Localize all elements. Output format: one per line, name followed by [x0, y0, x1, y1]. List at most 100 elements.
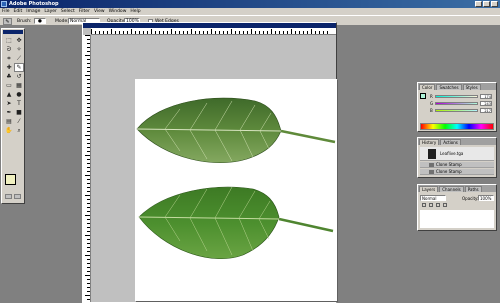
menu-window[interactable]: Window — [109, 9, 127, 14]
close-button[interactable] — [491, 1, 498, 7]
foreground-color-swatch[interactable] — [5, 174, 16, 185]
magic-wand-icon[interactable]: ✧ — [14, 45, 24, 54]
toolbox-header — [3, 30, 23, 34]
layer-opacity-input[interactable]: 100% — [478, 195, 494, 201]
green-value[interactable]: 243 — [480, 101, 492, 106]
lock-position-icon[interactable] — [436, 203, 440, 207]
ruler-tick — [87, 207, 90, 208]
brush-icon[interactable]: ✎ — [14, 63, 24, 72]
ruler-tick — [91, 29, 92, 34]
red-slider[interactable]: R 174 — [430, 94, 492, 99]
leaf-image — [136, 97, 336, 259]
quickmask-mode-button[interactable] — [14, 194, 21, 199]
ruler-tick — [87, 131, 90, 132]
history-item[interactable]: Clone Stamp — [420, 169, 494, 175]
menu-select[interactable]: Select — [61, 9, 75, 14]
ruler-tick — [87, 63, 90, 64]
slice-icon[interactable]: ⟋ — [14, 54, 24, 63]
lasso-icon[interactable]: ᘐ — [4, 45, 14, 54]
blend-mode-select[interactable]: Normal — [420, 195, 446, 201]
tab-swatches[interactable]: Swatches — [436, 84, 462, 90]
ruler-tick — [85, 275, 90, 276]
color-ramp[interactable] — [420, 123, 494, 130]
ruler-tick — [87, 39, 90, 40]
ruler-tick — [87, 263, 90, 264]
path-select-icon[interactable]: ➤ — [4, 99, 14, 108]
history-item[interactable]: Clone Stamp — [420, 162, 494, 168]
standard-mode-button[interactable] — [5, 194, 12, 199]
pen-icon[interactable]: ✒ — [4, 108, 14, 117]
ruler-tick — [87, 103, 90, 104]
menu-help[interactable]: Help — [130, 9, 140, 14]
top-leaf — [136, 97, 336, 164]
clone-stamp-icon[interactable]: ♣ — [4, 72, 14, 81]
lock-transparency-icon[interactable] — [422, 203, 426, 207]
crop-icon[interactable]: ⌗ — [4, 54, 14, 63]
eyedropper-icon[interactable]: ⁄ — [14, 117, 24, 126]
lock-pixels-icon[interactable] — [429, 203, 433, 207]
ruler-tick — [87, 191, 90, 192]
history-item-label: Clone Stamp — [436, 169, 462, 174]
ruler-tick — [85, 55, 90, 56]
move-icon[interactable]: ✥ — [14, 36, 24, 45]
ruler-tick — [207, 31, 208, 34]
image-canvas[interactable] — [135, 79, 337, 301]
ruler-tick — [87, 179, 90, 180]
vertical-ruler — [83, 35, 91, 302]
gradient-icon[interactable]: ▦ — [14, 81, 24, 90]
lock-all-icon[interactable] — [443, 203, 447, 207]
tab-history[interactable]: History — [419, 139, 440, 145]
history-snapshot[interactable]: Leaflive.tga — [420, 147, 494, 161]
blur-icon[interactable]: ▲ — [4, 90, 14, 99]
menu-edit[interactable]: Edit — [14, 9, 23, 14]
menu-layer[interactable]: Layer — [44, 9, 57, 14]
blue-slider[interactable]: B 217 — [430, 108, 492, 113]
shape-icon[interactable]: ■ — [14, 108, 24, 117]
green-slider[interactable]: G 243 — [430, 101, 492, 106]
mode-buttons — [5, 194, 23, 199]
ruler-tick — [119, 31, 120, 34]
zoom-icon[interactable]: ⌕ — [14, 126, 24, 135]
hand-icon[interactable]: ✋ — [4, 126, 14, 135]
color-swatches — [5, 174, 23, 190]
color-preview[interactable] — [420, 93, 426, 99]
red-value[interactable]: 174 — [480, 94, 492, 99]
history-brush-icon[interactable]: ↺ — [14, 72, 24, 81]
type-icon[interactable]: T — [14, 99, 24, 108]
ruler-tick — [87, 43, 90, 44]
menu-file[interactable]: File — [2, 9, 10, 14]
notes-icon[interactable]: ▤ — [4, 117, 14, 126]
brush-size-picker[interactable]: ● — [34, 18, 46, 24]
minimize-button[interactable] — [475, 1, 482, 7]
dodge-icon[interactable]: ● — [14, 90, 24, 99]
maximize-button[interactable] — [483, 1, 490, 7]
tab-styles[interactable]: Styles — [462, 84, 481, 90]
tool-preset-picker[interactable]: ✎ — [3, 18, 12, 25]
blue-label: B — [430, 108, 433, 113]
menu-view[interactable]: View — [94, 9, 105, 14]
marquee-icon[interactable]: ⬚ — [4, 36, 14, 45]
photoshop-app-icon — [1, 1, 7, 7]
tab-paths[interactable]: Paths — [464, 186, 482, 192]
menu-image[interactable]: Image — [26, 9, 40, 14]
tab-color[interactable]: Color — [419, 84, 436, 90]
tab-channels[interactable]: Channels — [439, 186, 464, 192]
green-track[interactable] — [435, 102, 479, 105]
ruler-tick — [85, 255, 90, 256]
ruler-tick — [87, 247, 90, 248]
tab-layers[interactable]: Layers — [419, 186, 439, 192]
blue-track[interactable] — [434, 109, 479, 112]
healing-icon[interactable]: ✚ — [4, 63, 14, 72]
ruler-tick — [87, 111, 90, 112]
tab-actions[interactable]: Actions — [440, 139, 461, 145]
ruler-tick — [107, 31, 108, 34]
eraser-icon[interactable]: ▭ — [4, 81, 14, 90]
menu-filter[interactable]: Filter — [79, 9, 90, 14]
ruler-tick — [171, 29, 172, 34]
red-track[interactable] — [434, 95, 479, 98]
ruler-tick — [87, 279, 90, 280]
ruler-tick — [87, 231, 90, 232]
ruler-tick — [87, 183, 90, 184]
document-window — [82, 22, 337, 303]
blue-value[interactable]: 217 — [480, 108, 492, 113]
